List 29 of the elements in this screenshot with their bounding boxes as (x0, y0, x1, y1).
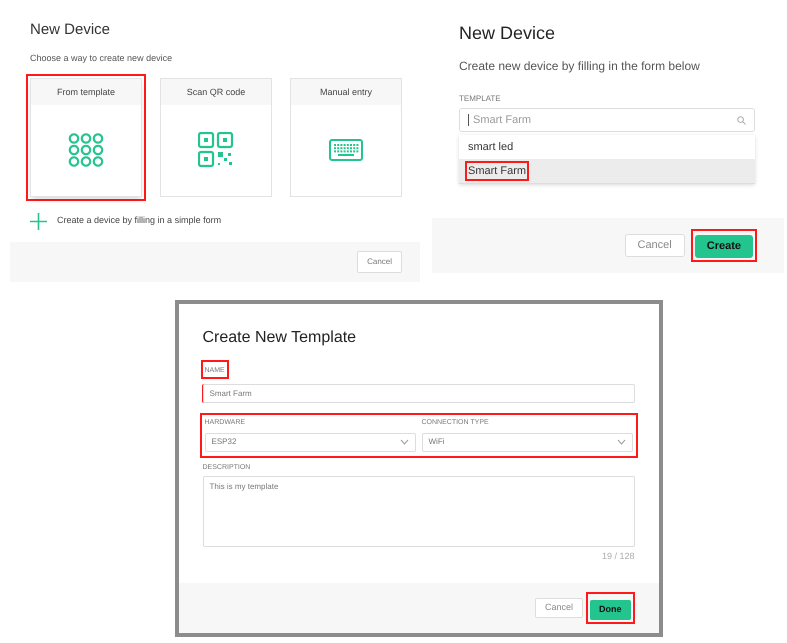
panel-subtitle: Choose a way to create new device (30, 52, 174, 65)
done-button[interactable]: Done (590, 600, 630, 620)
panel-title: New Device (459, 22, 556, 44)
name-field[interactable]: Smart Farm (202, 384, 634, 403)
keyboard-icon (329, 139, 363, 161)
plus-icon (30, 212, 47, 230)
character-counter: 19 / 128 (602, 550, 634, 563)
search-icon (737, 116, 746, 124)
option-card[interactable]: Scan QR code (160, 78, 272, 196)
panel-title: New Device (30, 20, 112, 40)
cancel-button[interactable]: Cancel (357, 251, 402, 273)
option-card[interactable]: Manual entry (290, 78, 402, 196)
dropdown-option[interactable]: smart led (467, 138, 514, 156)
field-label: TEMPLATE (459, 93, 502, 105)
cancel-button[interactable]: Cancel (624, 234, 685, 257)
chevron-down-icon (616, 439, 626, 445)
dropdown-option[interactable]: Smart Farm (467, 162, 528, 180)
qr-code-icon (198, 132, 234, 168)
create-button[interactable]: Create (694, 234, 753, 258)
select-field[interactable]: ESP32 (204, 432, 416, 452)
option-card[interactable]: From template (30, 78, 142, 196)
description-field[interactable]: This is my template (202, 476, 634, 547)
simple-form-link[interactable]: Create a device by filling in a simple form (57, 214, 222, 228)
chevron-down-icon (400, 439, 408, 445)
select-field[interactable]: WiFi (422, 432, 632, 452)
panel-subtitle: Create new device by filling in the form below (459, 58, 701, 75)
dot-grid-icon (68, 133, 104, 167)
cancel-button[interactable]: Cancel (534, 598, 583, 618)
dialog-title: Create New Template (202, 328, 358, 348)
